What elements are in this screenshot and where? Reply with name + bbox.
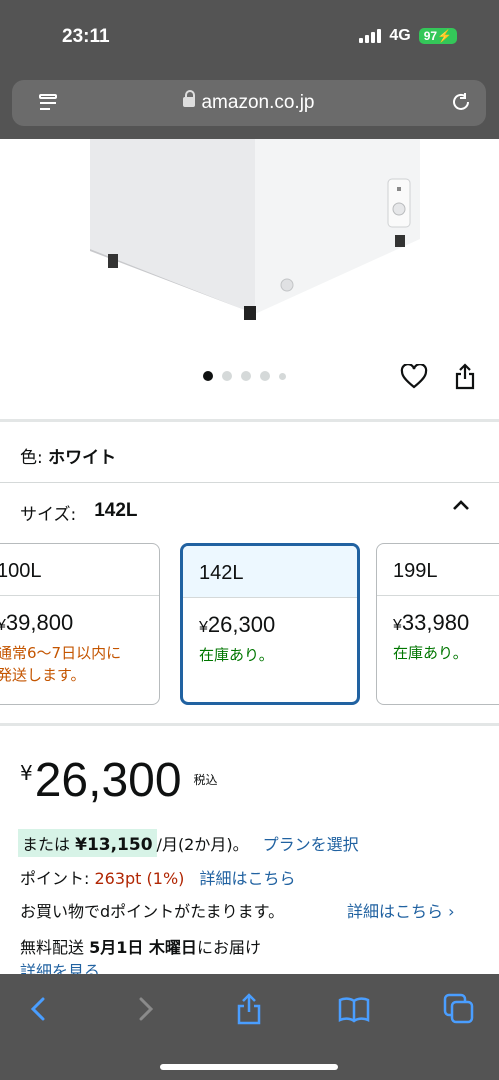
installment-highlight: または ¥13,150: [18, 829, 157, 857]
share-icon[interactable]: [232, 992, 266, 1026]
delivery-date: 5月1日 木曜日: [89, 938, 197, 957]
network-type: 4G: [389, 27, 411, 44]
points-label: ポイント:: [20, 869, 95, 888]
installment-plan: または ¥13,150 /月(2か月)。 プランを選択: [18, 829, 359, 857]
status-time: 23:11: [62, 26, 110, 47]
size-option-100l[interactable]: 100L ¥39,800 通常6～7日以内に発送します。: [0, 543, 160, 705]
product-image[interactable]: [0, 139, 499, 359]
size-option-price: ¥33,980: [393, 610, 470, 635]
size-option-availability: 在庫あり。: [393, 644, 468, 662]
url-bar[interactable]: amazon.co.jp: [12, 80, 486, 126]
freezer-image: [90, 139, 420, 320]
tabs-icon[interactable]: [442, 992, 476, 1026]
size-option-price: ¥26,300: [199, 612, 276, 637]
tax-note: 税込: [193, 773, 218, 787]
carousel-dot[interactable]: [241, 371, 251, 381]
url-text[interactable]: amazon.co.jp: [12, 90, 486, 114]
heart-icon[interactable]: [400, 364, 428, 390]
size-options: 100L ¥39,800 通常6～7日以内に発送します。 142L ¥26,30…: [0, 543, 499, 705]
installment-suffix: /月(2か月)。: [156, 835, 249, 854]
size-selector[interactable]: サイズ: 142L: [20, 500, 138, 525]
size-option-label: 100L: [0, 544, 159, 596]
share-icon[interactable]: [453, 362, 477, 390]
signal-icon: [359, 29, 382, 43]
section-divider: [0, 419, 499, 422]
dpoint-details-link[interactable]: 詳細はこちら ›: [347, 898, 455, 922]
reload-icon[interactable]: [450, 91, 472, 113]
size-option-199l[interactable]: 199L ¥33,980 在庫あり。: [376, 543, 499, 705]
select-plan-link[interactable]: プランを選択: [263, 831, 359, 855]
size-option-availability: 通常6～7日以内に 発送します。: [0, 644, 122, 684]
carousel-dots[interactable]: [203, 371, 286, 381]
carousel-dot[interactable]: [260, 371, 270, 381]
lock-icon: [183, 90, 196, 107]
price-value: 26,300: [34, 754, 182, 807]
size-option-availability: 在庫あり。: [199, 646, 274, 664]
carousel-dot[interactable]: [279, 372, 286, 380]
size-option-price: ¥39,800: [0, 610, 74, 635]
color-selector: 色: ホワイト: [20, 443, 116, 468]
section-divider: [0, 723, 499, 726]
color-label: 色:: [20, 448, 49, 468]
delivery-label: 無料配送: [20, 938, 90, 957]
size-option-142l[interactable]: 142L ¥26,300 在庫あり。: [180, 543, 360, 705]
status-indicators: 4G 97⚡: [359, 27, 457, 45]
book-icon[interactable]: [337, 992, 371, 1026]
browser-chrome: 23:11 4G 97⚡ amazon.co.jp: [0, 0, 499, 139]
delivery-suffix: にお届け: [196, 938, 261, 957]
battery-level: 97⚡: [418, 28, 457, 44]
size-label: サイズ:: [20, 505, 77, 525]
size-value: 142L: [94, 500, 138, 521]
carousel-dot[interactable]: [222, 371, 232, 381]
delivery-info: 無料配送 5月1日 木曜日にお届け: [20, 934, 261, 958]
size-option-label: 199L: [377, 544, 499, 596]
carousel-dot[interactable]: [203, 371, 213, 381]
chevron-up-icon[interactable]: [450, 497, 472, 513]
section-divider: [0, 482, 499, 483]
points-value: 263pt (1%): [94, 869, 185, 888]
back-icon[interactable]: [22, 992, 56, 1026]
home-indicator: [160, 1064, 338, 1070]
forward-icon[interactable]: [128, 992, 162, 1026]
size-option-label: 142L: [183, 546, 357, 598]
points-row: ポイント: 263pt (1%) 詳細はこちら: [20, 865, 296, 889]
points-details-link[interactable]: 詳細はこちら: [200, 869, 296, 888]
color-value: ホワイト: [48, 448, 117, 468]
main-price: ¥ 26,300 税込: [20, 757, 218, 805]
price-currency: ¥: [20, 761, 33, 785]
dpoint-text: お買い物でdポイントがたまります。: [20, 902, 285, 921]
